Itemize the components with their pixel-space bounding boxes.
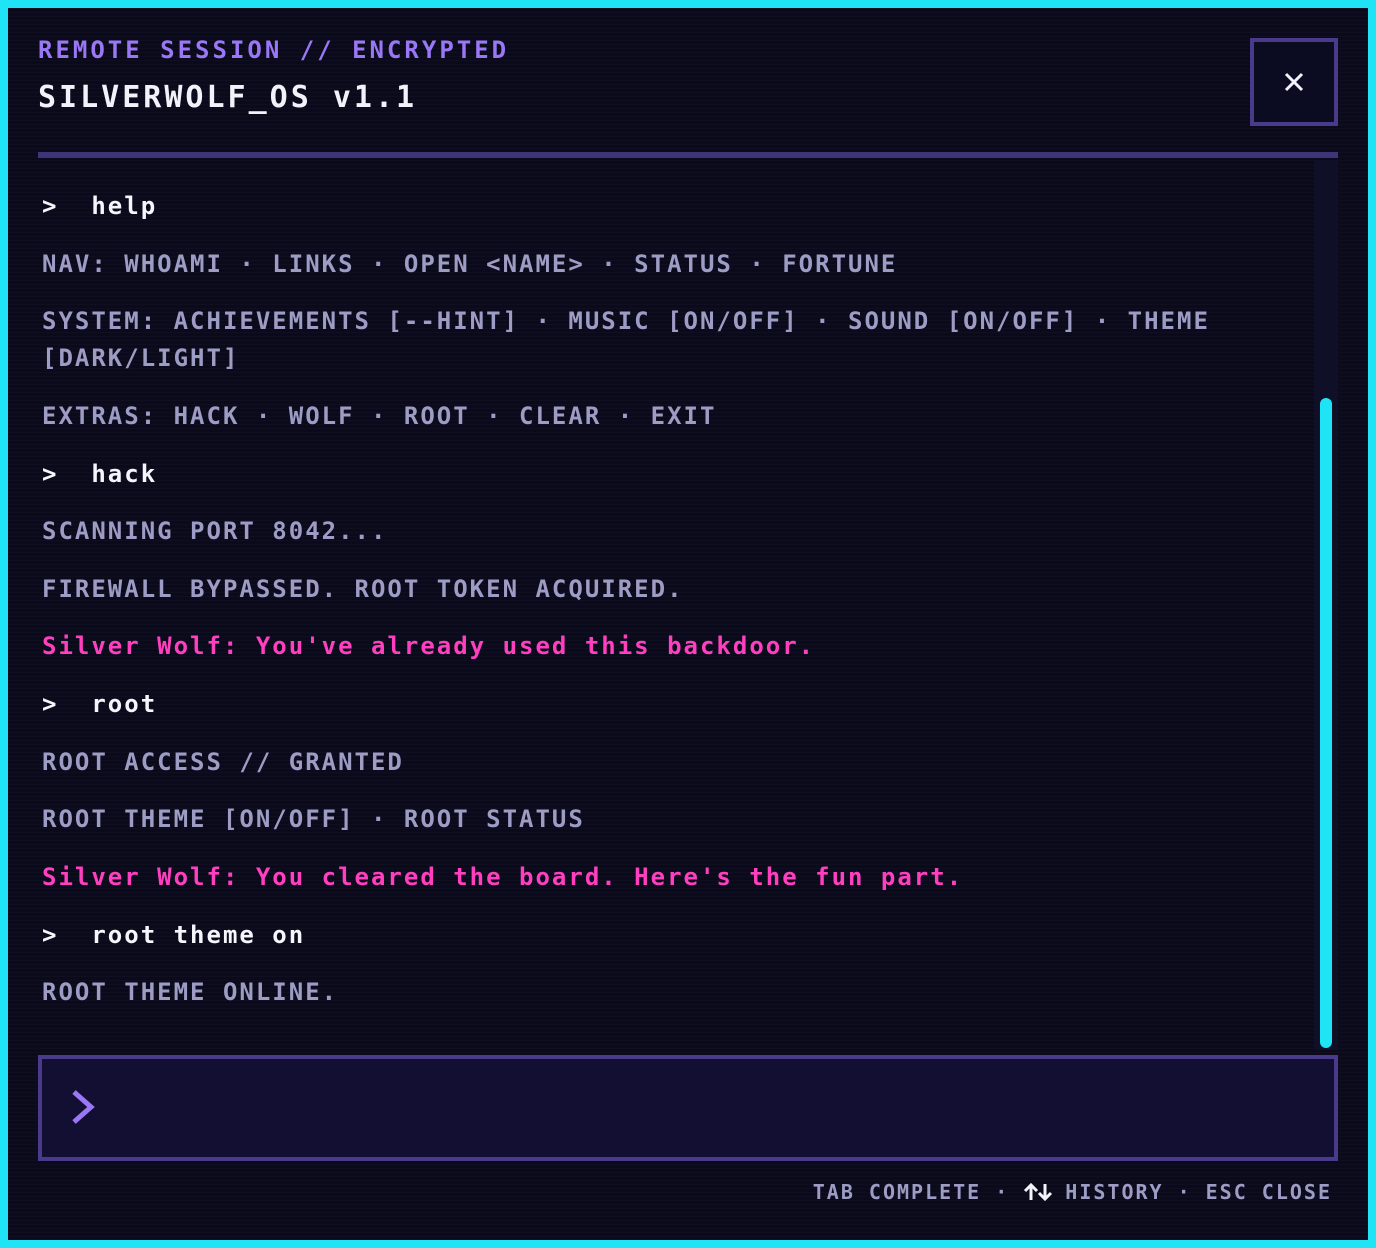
output-line: NAV: WHOAMI · LINKS · OPEN <NAME> · STAT…	[42, 250, 898, 278]
command-line: > root theme on	[42, 917, 1262, 954]
command-text: hack	[91, 460, 158, 488]
output-line: ROOT THEME [ON/OFF] · ROOT STATUS	[42, 805, 585, 833]
output-line: FIREWALL BYPASSED. ROOT TOKEN ACQUIRED.	[42, 575, 684, 603]
close-button[interactable]	[1250, 38, 1338, 126]
output-line: SCANNING PORT 8042...	[42, 517, 388, 545]
prompt-symbol: >	[42, 690, 59, 718]
command-text: help	[91, 192, 158, 220]
tab-complete-hint: TAB COMPLETE	[812, 1180, 982, 1204]
window-title: SILVERWOLF_OS v1.1	[38, 80, 418, 115]
terminal-window: REMOTE SESSION // ENCRYPTED SILVERWOLF_O…	[0, 0, 1376, 1248]
output-line: EXTRAS: HACK · WOLF · ROOT · CLEAR · EXI…	[42, 402, 717, 430]
esc-close-hint: ESC CLOSE	[1205, 1180, 1332, 1204]
silver-wolf-message: Silver Wolf: You've already used this ba…	[42, 632, 816, 660]
scrollbar-thumb[interactable]	[1320, 398, 1332, 1048]
separator: ·	[1177, 1180, 1192, 1204]
prompt-symbol: >	[42, 460, 59, 488]
header-divider	[38, 152, 1338, 158]
session-subtitle: REMOTE SESSION // ENCRYPTED	[38, 36, 510, 64]
command-line: > help	[42, 188, 1262, 225]
command-text: root	[91, 690, 158, 718]
prompt-symbol: >	[42, 921, 59, 949]
command-input-box[interactable]	[38, 1055, 1338, 1161]
up-down-arrows-icon	[1023, 1182, 1053, 1202]
scrollbar-track[interactable]	[1314, 160, 1338, 1050]
output-line: ROOT THEME ONLINE.	[42, 978, 339, 1006]
silver-wolf-message: Silver Wolf: You cleared the board. Here…	[42, 863, 964, 891]
keyboard-hints: TAB COMPLETE · HISTORY · ESC CLOSE	[813, 1180, 1332, 1204]
prompt-symbol: >	[42, 192, 59, 220]
close-icon	[1284, 72, 1304, 92]
command-line: > root	[42, 686, 1262, 723]
chevron-right-icon	[72, 1090, 95, 1124]
separator: ·	[995, 1180, 1010, 1204]
command-text: root theme on	[91, 921, 306, 949]
command-line: > hack	[42, 456, 1262, 493]
output-line: SYSTEM: ACHIEVEMENTS [--HINT] · MUSIC [O…	[42, 307, 1227, 372]
history-hint: HISTORY	[1065, 1180, 1164, 1204]
command-input[interactable]	[122, 1083, 1306, 1135]
output-line: ROOT ACCESS // GRANTED	[42, 748, 404, 776]
terminal-output: > help NAV: WHOAMI · LINKS · OPEN <NAME>…	[38, 160, 1314, 1050]
